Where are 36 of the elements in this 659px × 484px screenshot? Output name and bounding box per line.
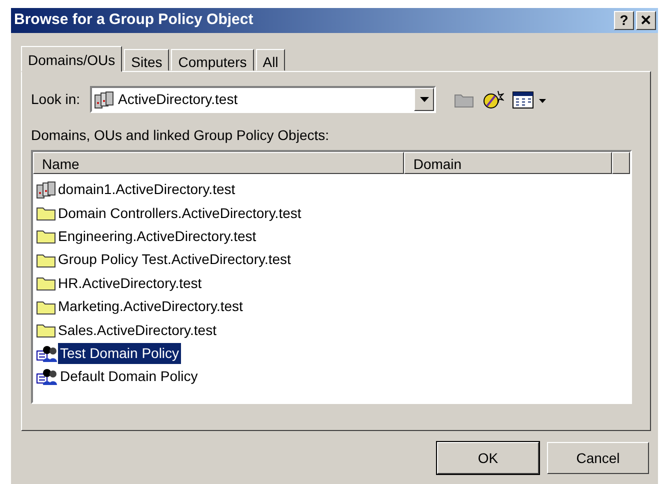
- list-item[interactable]: Engineering.ActiveDirectory.test: [56, 226, 258, 247]
- list-item[interactable]: HR.ActiveDirectory.test: [56, 272, 204, 294]
- new-item-icon[interactable]: [482, 90, 504, 110]
- help-button[interactable]: ?: [614, 11, 634, 30]
- list-item[interactable]: Group Policy Test.ActiveDirectory.test: [56, 249, 293, 270]
- up-folder-icon[interactable]: [454, 92, 474, 108]
- close-button[interactable]: ✕: [636, 11, 656, 30]
- list-item[interactable]: Test Domain Policy: [58, 342, 182, 364]
- look-in-dropdown[interactable]: ActiveDirectory.test: [90, 86, 436, 113]
- folder-icon: [36, 228, 56, 244]
- folder-icon: [36, 205, 56, 222]
- list-item[interactable]: Default Domain Policy: [58, 366, 200, 388]
- policy-icon: [36, 367, 58, 386]
- column-header[interactable]: Name: [33, 152, 404, 174]
- look-in-label: Look in:: [31, 90, 80, 109]
- column-header[interactable]: Domain: [404, 152, 612, 174]
- list-item[interactable]: domain1.ActiveDirectory.test: [56, 179, 238, 200]
- folder-icon: [36, 298, 56, 315]
- tab[interactable]: All: [256, 49, 286, 71]
- tab[interactable]: Computers: [171, 49, 254, 71]
- list-label: Domains, OUs and linked Group Policy Objects:: [31, 126, 330, 145]
- cancel-button[interactable]: Cancel: [547, 442, 649, 474]
- folder-icon: [36, 252, 56, 268]
- domain-icon: [94, 90, 114, 108]
- folder-icon: [36, 275, 56, 292]
- ok-button[interactable]: OK: [437, 442, 539, 474]
- policy-icon: [36, 344, 58, 363]
- list-item[interactable]: Marketing.ActiveDirectory.test: [56, 296, 245, 318]
- domain-icon: [36, 180, 56, 199]
- list-item[interactable]: Sales.ActiveDirectory.test: [56, 320, 218, 341]
- tab[interactable]: Sites: [124, 49, 170, 71]
- tab[interactable]: Domains/OUs: [21, 46, 122, 72]
- view-menu-icon[interactable]: [512, 90, 548, 108]
- list-item[interactable]: Domain Controllers.ActiveDirectory.test: [56, 202, 304, 224]
- window-title: Browse for a Group Policy Object: [14, 10, 254, 30]
- folder-icon: [36, 322, 56, 338]
